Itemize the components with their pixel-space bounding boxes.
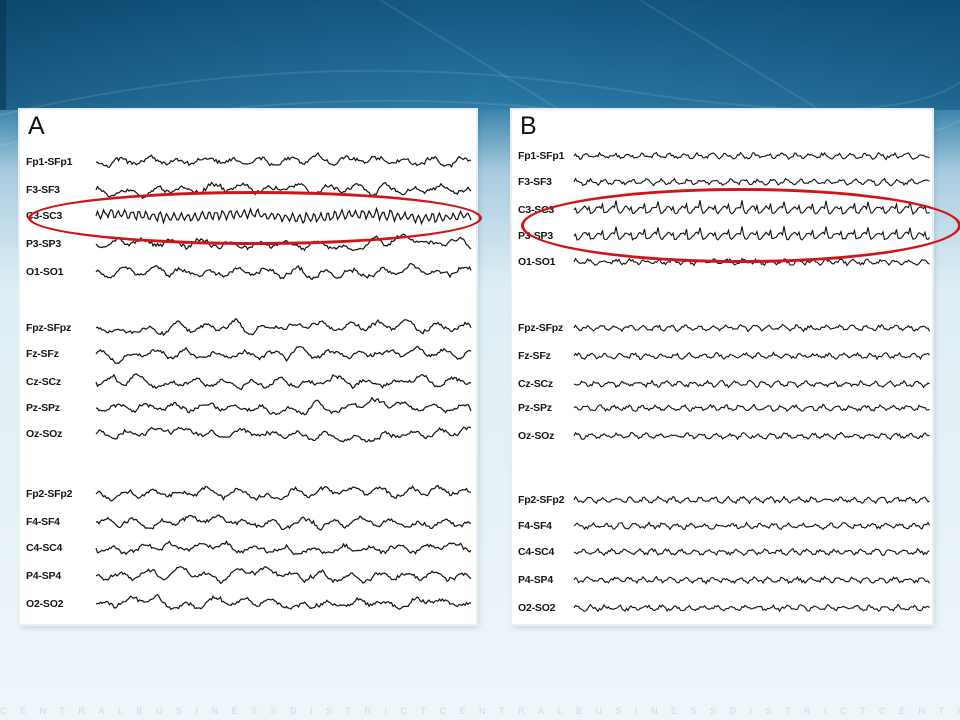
eeg-trace [573,257,930,267]
channel-label: F4-SF4 [518,520,552,532]
channel-label: F3-SF3 [518,176,552,188]
channel-label: O2-SO2 [26,598,64,610]
eeg-trace [95,593,472,611]
eeg-trace [95,233,472,252]
channel-label: Oz-SOz [518,430,555,442]
channel-label: P4-SP4 [518,574,553,586]
channel-label: C3-SC3 [518,204,555,216]
channel-label: P4-SP4 [26,570,61,582]
eeg-trace [573,495,930,505]
channel-label: Oz-SOz [26,428,63,440]
eeg-trace [95,540,472,556]
channel-label: Fp1-SFp1 [26,156,73,168]
channel-label: F4-SF4 [26,516,60,528]
eeg-trace [95,396,472,416]
eeg-trace [95,206,472,226]
eeg-trace [573,431,930,441]
channel-label: O2-SO2 [518,602,556,614]
channel-label: C3-SC3 [26,210,63,222]
eeg-trace [573,351,930,361]
eeg-trace [95,514,472,531]
channel-label: Fp1-SFp1 [518,150,565,162]
eeg-trace [95,151,472,169]
eeg-trace [573,547,930,557]
eeg-panel-a: A Fp1-SFp1 F3-SF3 C3-SC3 P3-SP3 O1-SO1 Fpz-SF… [20,110,476,624]
channel-label: Fz-SFz [26,348,59,360]
eeg-traces-a [95,151,472,611]
eeg-trace [573,226,930,241]
channel-label: Cz-SCz [26,376,61,388]
eeg-trace [573,403,930,413]
eeg-trace [95,373,472,391]
channel-label: Fp2-SFp2 [518,494,565,506]
eeg-trace [95,181,472,200]
channel-label: O1-SO1 [518,256,556,268]
footer-strip: CENTRALBUSINESSDISTRICTCENTRALBUSINESSDI… [0,706,960,716]
eeg-trace [95,565,472,585]
eeg-trace [95,345,472,365]
eeg-trace [573,603,930,613]
channel-label: Fz-SFz [518,350,551,362]
eeg-trace [95,426,472,443]
channel-label: Pz-SPz [26,402,60,414]
eeg-trace [573,177,930,187]
channel-label: Cz-SCz [518,378,553,390]
channel-label: O1-SO1 [26,266,64,278]
eeg-trace [573,521,930,531]
eeg-trace [573,151,930,161]
eeg-trace [95,317,472,337]
channel-label: C4-SC4 [518,546,555,558]
channel-label: Fp2-SFp2 [26,488,73,500]
eeg-trace [573,379,930,389]
eeg-trace [573,323,930,333]
eeg-trace [95,262,472,281]
eeg-trace [573,200,930,216]
eeg-trace [95,484,472,502]
channel-label: P3-SP3 [26,238,61,250]
eeg-trace [573,575,930,585]
eeg-traces-b [573,151,930,613]
channel-label: Fpz-SFpz [518,322,564,334]
channel-label: Fpz-SFpz [26,322,72,334]
channel-label: Pz-SPz [518,402,552,414]
channel-label: P3-SP3 [518,230,553,242]
channel-label: C4-SC4 [26,542,63,554]
channel-label: F3-SF3 [26,184,60,196]
eeg-panel-b: B Fp1-SFp1 F3-SF3 C3-SC3 P3-SP3 O1-SO1 Fpz-SF… [512,110,932,624]
